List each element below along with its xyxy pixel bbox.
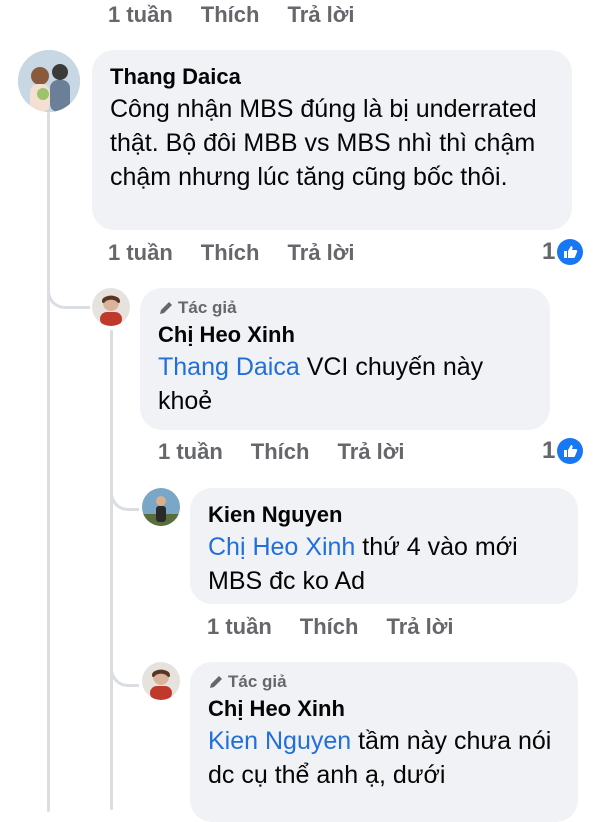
like-button[interactable]: Thích [251, 439, 310, 465]
reaction-count[interactable]: 1 [542, 437, 584, 465]
like-button[interactable]: Thích [201, 2, 260, 28]
avatar-image [92, 288, 130, 326]
author-badge-label: Tác giả [228, 672, 287, 691]
reply-button[interactable]: Trả lời [337, 439, 404, 465]
author-badge-label: Tác giả [178, 298, 237, 317]
comment-actions: 1 tuần Thích Trả lời [207, 614, 453, 640]
like-button[interactable]: Thích [201, 240, 260, 266]
mention-link[interactable]: Kien Nguyen [208, 727, 351, 755]
avatar[interactable] [18, 50, 80, 112]
timestamp[interactable]: 1 tuần [108, 240, 173, 266]
mention-link[interactable]: Chị Heo Xinh [208, 533, 355, 561]
timestamp[interactable]: 1 tuần [108, 2, 173, 28]
comment-actions: 1 tuần Thích Trả lời [158, 439, 404, 465]
reply-button[interactable]: Trả lời [386, 614, 453, 640]
comment-author[interactable]: Kien Nguyen [208, 500, 560, 530]
comment-text: Chị Heo Xinh thứ 4 vào mới MBS đc ko Ad [208, 530, 560, 598]
timestamp[interactable]: 1 tuần [207, 614, 272, 640]
thumbs-up-icon [557, 239, 584, 265]
reply-button[interactable]: Trả lời [287, 2, 354, 28]
comment-text: Kien Nguyen tầm này chưa nói dc cụ thể a… [208, 724, 560, 792]
reaction-number: 1 [542, 238, 556, 265]
author-badge: Tác giả [208, 672, 560, 692]
comment-actions: 1 tuần Thích Trả lời [108, 240, 354, 266]
avatar[interactable] [142, 662, 180, 700]
reaction-count[interactable]: 1 [542, 238, 584, 266]
thread-connector [110, 660, 139, 687]
thumbs-up-icon [557, 438, 584, 464]
comment-text: Thang Daica VCI chuyến này khoẻ [158, 350, 532, 418]
thread-line-main [47, 112, 50, 812]
comment-author[interactable]: Chị Heo Xinh [208, 694, 560, 724]
avatar[interactable] [92, 288, 130, 326]
comment-actions: 1 tuần Thích Trả lời [108, 2, 354, 28]
avatar-image [18, 50, 80, 112]
comment-bubble: Kien Nguyen Chị Heo Xinh thứ 4 vào mới M… [190, 488, 578, 604]
comment-bubble: Tác giả Chị Heo Xinh Kien Nguyen tầm này… [190, 662, 578, 822]
author-badge: Tác giả [158, 298, 532, 318]
thread-line-nested [110, 330, 113, 810]
like-button[interactable]: Thích [300, 614, 359, 640]
avatar[interactable] [142, 488, 180, 526]
comment-text: Công nhận MBS đúng là bị underrated thật… [110, 95, 537, 191]
thread-connector [110, 484, 139, 511]
reaction-number: 1 [542, 437, 556, 464]
avatar-image [142, 662, 180, 700]
pencil-icon [210, 676, 222, 688]
pencil-icon [160, 302, 172, 314]
thread-connector [47, 282, 90, 309]
reply-button[interactable]: Trả lời [287, 240, 354, 266]
comment-bubble: Thang Daica Công nhận MBS đúng là bị und… [92, 50, 572, 230]
mention-link[interactable]: Thang Daica [158, 353, 300, 381]
comment-author[interactable]: Thang Daica [110, 62, 554, 92]
timestamp[interactable]: 1 tuần [158, 439, 223, 465]
comment-bubble: Tác giả Chị Heo Xinh Thang Daica VCI chu… [140, 288, 550, 430]
avatar-image [142, 488, 180, 526]
comment-author[interactable]: Chị Heo Xinh [158, 320, 532, 350]
